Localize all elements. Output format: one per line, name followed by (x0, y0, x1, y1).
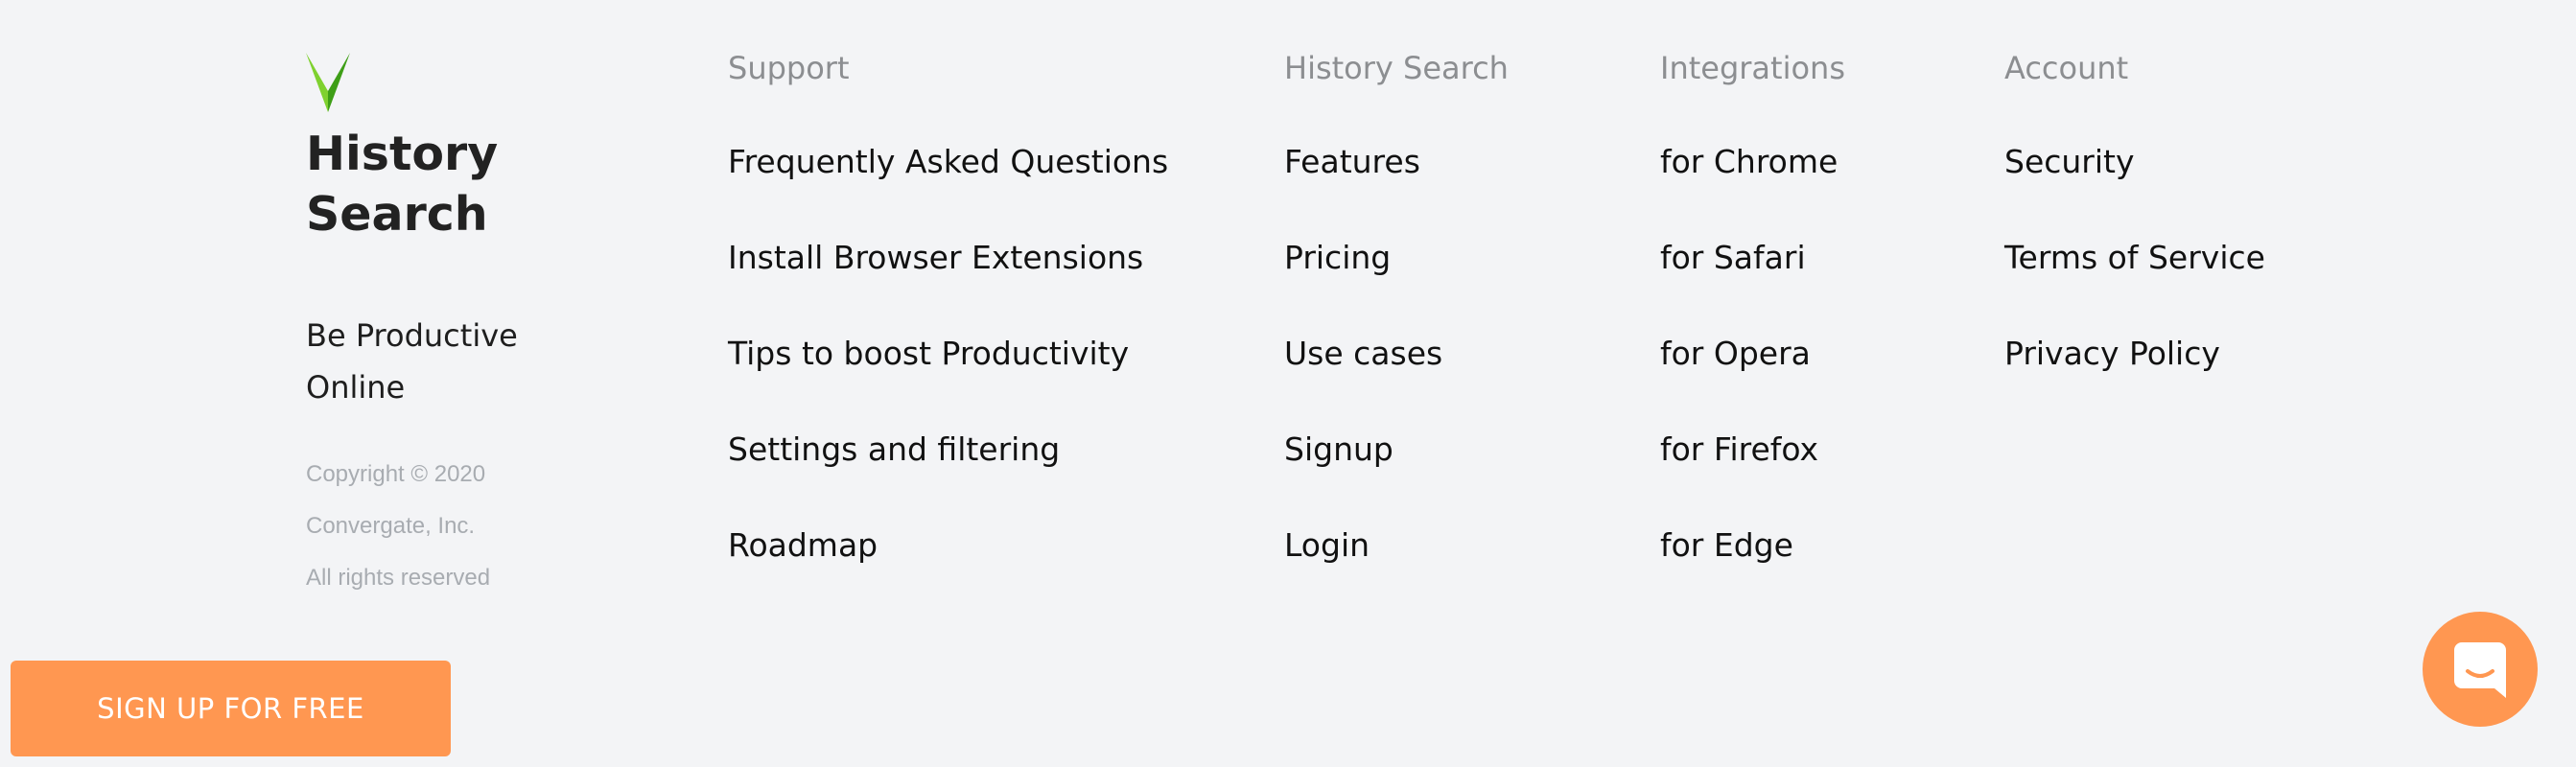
link-signup[interactable]: Signup (1284, 425, 1509, 475)
link-safari[interactable]: for Safari (1660, 233, 1845, 283)
link-faq[interactable]: Frequently Asked Questions (728, 137, 1168, 187)
footer-column-integrations: Integrations for Chrome for Safari for O… (1660, 43, 1845, 616)
link-install-extensions[interactable]: Install Browser Extensions (728, 233, 1168, 283)
column-heading-integrations: Integrations (1660, 50, 1845, 86)
link-settings-filtering[interactable]: Settings and filtering (728, 425, 1168, 475)
link-pricing[interactable]: Pricing (1284, 233, 1509, 283)
company-name: Convergate, Inc. (306, 513, 476, 539)
footer-brand: History Search Be Productive Online Copy… (306, 53, 594, 604)
link-firefox[interactable]: for Firefox (1660, 425, 1845, 475)
link-security[interactable]: Security (2004, 137, 2265, 187)
link-terms-of-service[interactable]: Terms of Service (2004, 233, 2265, 283)
link-productivity-tips[interactable]: Tips to boost Productivity (728, 329, 1168, 379)
footer-column-product: History Search Features Pricing Use case… (1284, 43, 1509, 616)
link-opera[interactable]: for Opera (1660, 329, 1845, 379)
column-heading-account: Account (2004, 50, 2129, 86)
link-roadmap[interactable]: Roadmap (728, 521, 1168, 570)
legal-info: Copyright © 2020 Convergate, Inc. All ri… (306, 449, 594, 604)
link-features[interactable]: Features (1284, 137, 1509, 187)
link-login[interactable]: Login (1284, 521, 1509, 570)
brand-name: History Search (306, 127, 499, 242)
footer-column-support: Support Frequently Asked Questions Insta… (728, 43, 1168, 616)
chat-bubble-icon (2454, 642, 2506, 698)
link-chrome[interactable]: for Chrome (1660, 137, 1845, 187)
history-search-logo-icon[interactable] (306, 53, 350, 112)
chat-launcher-button[interactable] (2423, 612, 2538, 727)
footer-column-account: Account Security Terms of Service Privac… (2004, 43, 2265, 425)
sign-up-for-free-button[interactable]: SIGN UP FOR FREE (11, 661, 451, 756)
copyright-text: Copyright © 2020 (306, 461, 486, 487)
column-heading-product: History Search (1284, 50, 1509, 86)
column-heading-support: Support (728, 50, 850, 86)
brand-tagline: Be Productive Online (306, 317, 518, 406)
rights-text: All rights reserved (306, 565, 491, 591)
link-use-cases[interactable]: Use cases (1284, 329, 1509, 379)
link-edge[interactable]: for Edge (1660, 521, 1845, 570)
link-privacy-policy[interactable]: Privacy Policy (2004, 329, 2265, 379)
